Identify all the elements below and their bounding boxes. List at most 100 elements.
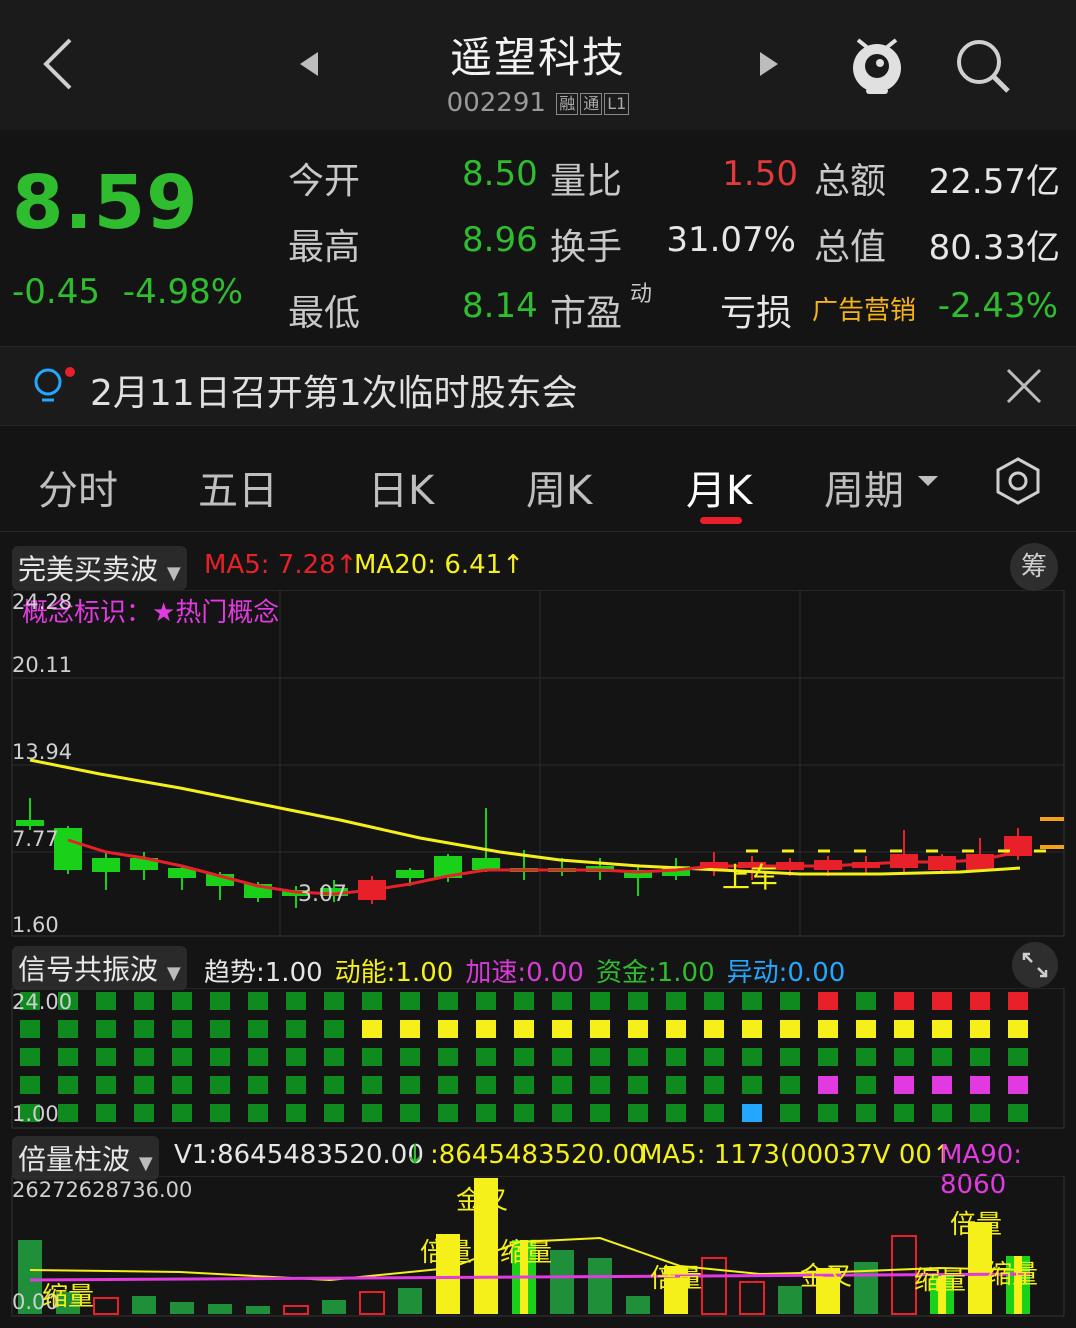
- signal-cell: [514, 992, 534, 1010]
- signal-cell: [970, 1104, 990, 1122]
- low-price-label: 3.07: [298, 882, 347, 907]
- signal-cell: [134, 992, 154, 1010]
- bulb-icon: [34, 367, 75, 402]
- signal-cell: [476, 1020, 496, 1038]
- signal-cell: [476, 1076, 496, 1094]
- volume-indicator-selector[interactable]: 倍量柱波 ▼: [12, 1136, 159, 1180]
- signal-cell: [514, 1020, 534, 1038]
- signal-y-min: 1.00: [12, 1102, 59, 1126]
- expand-button[interactable]: [1012, 942, 1058, 988]
- signal-cell: [590, 1048, 610, 1066]
- signal-cell: [1008, 1104, 1028, 1122]
- signal-cell: [818, 1020, 838, 1038]
- level-tag: L1: [604, 92, 630, 115]
- margin-tag: 融: [556, 92, 579, 115]
- search-icon[interactable]: [952, 36, 1014, 96]
- signal-cell: [96, 1020, 116, 1038]
- signal-cell: [666, 1048, 686, 1066]
- volume-bar: [246, 1306, 270, 1314]
- signal-cell: [286, 1076, 306, 1094]
- market-cap-value: 80.33亿: [928, 228, 1060, 268]
- signal-cell: [438, 1020, 458, 1038]
- main-indicator-selector[interactable]: 完美买卖波 ▼: [12, 546, 187, 590]
- signal-cell: [438, 1076, 458, 1094]
- signal-metric-2: 加速:0.00: [465, 958, 584, 988]
- pe-label: 市盈: [550, 293, 623, 334]
- vol-annotation-9: 缩量: [42, 1282, 95, 1312]
- tab-daily-k[interactable]: 日K: [368, 458, 434, 516]
- y-label-2: 20.11: [12, 653, 73, 677]
- tab-weekly-k[interactable]: 周K: [526, 458, 592, 516]
- signal-cell: [894, 1048, 914, 1066]
- signal-cell: [20, 1076, 40, 1094]
- stock-name: 遥望科技: [449, 33, 626, 82]
- signal-cell: [324, 1076, 344, 1094]
- signal-cell: [58, 1076, 78, 1094]
- vol-annotation-6: 倍量: [950, 1210, 1003, 1240]
- signal-cell: [248, 1104, 268, 1122]
- tab-five-day[interactable]: 五日: [198, 458, 278, 516]
- signal-cell: [514, 1048, 534, 1066]
- signal-cell: [476, 992, 496, 1010]
- vol-annotation-3: 缩量: [500, 1238, 553, 1268]
- mascot-icon[interactable]: [846, 30, 908, 98]
- expand-icon: [1022, 952, 1048, 978]
- volume-bar: [398, 1288, 422, 1314]
- tab-monthly-k[interactable]: 月K: [686, 458, 752, 516]
- active-tab-indicator: [700, 517, 742, 524]
- volume-bar: [132, 1296, 156, 1314]
- signal-cell: [970, 992, 990, 1010]
- signal-metric-1: 动能:1.00: [334, 958, 454, 988]
- next-stock-icon[interactable]: [756, 50, 780, 78]
- signal-cell: [628, 1076, 648, 1094]
- signal-cell: [20, 1048, 40, 1066]
- signal-cell: [172, 1104, 192, 1122]
- signal-cell: [210, 1020, 230, 1038]
- high-value: 8.96: [462, 220, 538, 260]
- signal-cell: [438, 1104, 458, 1122]
- signal-cell: [856, 1048, 876, 1066]
- signal-cell: [932, 1104, 952, 1122]
- volume-ratio-value: 1.50: [722, 154, 798, 194]
- tab-period-dropdown[interactable]: 周期: [824, 458, 904, 516]
- signal-cell: [818, 1076, 838, 1094]
- signal-cell: [666, 1104, 686, 1122]
- signal-cell: [856, 992, 876, 1010]
- volume-ma5: MA5: 1173(00037V 00↑: [640, 1140, 954, 1170]
- signal-cell: [552, 1048, 572, 1066]
- signal-cell: [780, 1048, 800, 1066]
- signal-cell: [932, 1076, 952, 1094]
- settings-icon[interactable]: [994, 456, 1042, 506]
- y-label-4: 7.77: [12, 827, 59, 851]
- signal-cell: [96, 992, 116, 1010]
- signal-cell: [286, 1020, 306, 1038]
- signal-cell: [666, 1020, 686, 1038]
- signal-cell: [134, 1104, 154, 1122]
- signal-cell: [172, 1076, 192, 1094]
- notice-text[interactable]: 2月11日召开第1次临时股东会: [90, 364, 578, 416]
- signal-cell: [704, 1076, 724, 1094]
- signal-cell: [96, 1048, 116, 1066]
- signal-indicator-selector[interactable]: 信号共振波 ▼: [12, 946, 187, 990]
- signal-cell: [742, 1104, 762, 1122]
- signal-cell: [400, 1076, 420, 1094]
- k-line-chart[interactable]: [0, 590, 1076, 940]
- sector-label[interactable]: 广告营销: [812, 290, 916, 327]
- y-label-min: 1.60: [12, 913, 59, 937]
- price-change: -0.45 -4.98%: [12, 272, 243, 312]
- signal-y-max: 24.00: [12, 990, 73, 1014]
- signal-cell: [818, 992, 838, 1010]
- tab-intraday[interactable]: 分时: [38, 458, 118, 516]
- vol-annotation-5: 金叉: [800, 1262, 853, 1292]
- signal-metric-4: 异动:0.00: [726, 958, 846, 988]
- signal-cell: [96, 1104, 116, 1122]
- chip-distribution-button[interactable]: 筹: [1010, 543, 1058, 591]
- signal-cell: [932, 1048, 952, 1066]
- signal-cell: [248, 1020, 268, 1038]
- volume-bar: [359, 1291, 385, 1315]
- volume-ratio-label: 量比: [550, 161, 623, 202]
- signal-cell: [400, 1104, 420, 1122]
- signal-cell: [742, 992, 762, 1010]
- vol-annotation-8: 缩量: [986, 1260, 1039, 1290]
- close-icon[interactable]: [1004, 366, 1044, 406]
